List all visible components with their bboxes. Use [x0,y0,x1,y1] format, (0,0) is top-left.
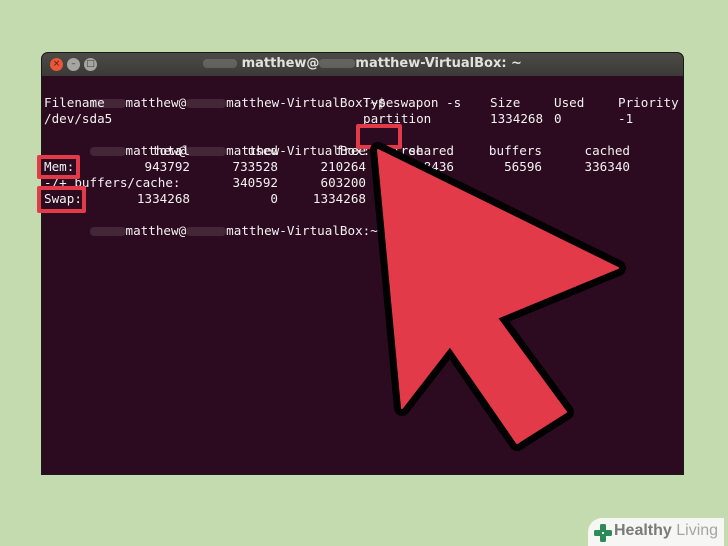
plus-cross-icon [594,524,612,542]
watermark-word: Healthy [614,522,672,539]
pointer-arrow-icon [370,142,626,451]
watermark-text: Healthy Living [614,522,718,540]
watermark-word: Living [676,522,719,539]
healthy-living-watermark: Healthy Living [588,518,724,546]
